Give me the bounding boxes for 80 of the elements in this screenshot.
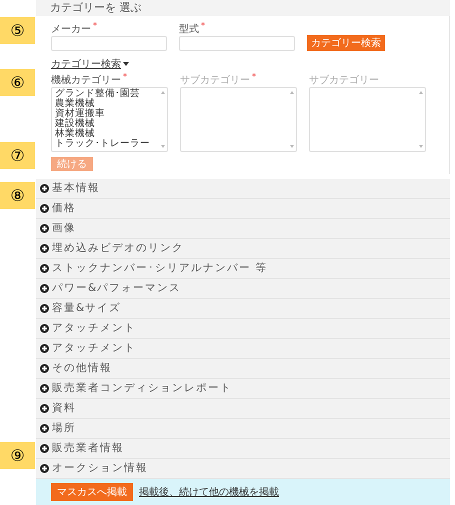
list-option[interactable]: 建設機械	[55, 118, 159, 129]
plus-circle-icon	[40, 404, 49, 413]
plus-circle-icon	[40, 324, 49, 333]
section-title: 販売業者コンディションレポート	[52, 381, 232, 396]
plus-circle-icon	[40, 424, 49, 433]
plus-circle-icon	[40, 244, 49, 253]
scroll-up-icon[interactable]	[290, 90, 294, 94]
list-option[interactable]: 資材運搬車	[55, 108, 159, 119]
section-title: ストックナンバー･シリアルナンバー 等	[52, 261, 268, 276]
accordion-header[interactable]: 場所	[36, 418, 450, 439]
scroll-up-icon[interactable]	[419, 90, 423, 94]
publish-next-link[interactable]: 掲載後、続けて他の機械を掲載	[139, 484, 279, 499]
section-title: 資料	[52, 401, 76, 416]
step-number-badge: ⑦	[0, 142, 35, 169]
section-title: 価格	[52, 201, 76, 216]
accordion-header[interactable]: 販売業者情報	[36, 438, 450, 459]
accordion-header[interactable]: 販売業者コンディションレポート	[36, 378, 450, 399]
step-number-badge: ⑨	[0, 442, 35, 469]
step-number-badge: ⑤	[0, 17, 35, 44]
plus-circle-icon	[40, 264, 49, 273]
accordion-header[interactable]: 画像	[36, 218, 450, 239]
section-title: オークション情報	[52, 461, 148, 476]
list-option[interactable]: トラック･トレーラー	[55, 138, 159, 149]
list-box[interactable]	[180, 86, 297, 152]
plus-circle-icon	[40, 204, 49, 213]
accordion-header[interactable]: ストックナンバー･シリアルナンバー 等	[36, 258, 450, 279]
input-field[interactable]	[179, 36, 295, 51]
caret-icon[interactable]	[123, 62, 129, 66]
panel-title: カテゴリーを 選ぶ	[50, 0, 142, 16]
section-title: 場所	[52, 421, 76, 436]
section-title: その他情報	[52, 361, 112, 376]
accordion-header[interactable]: パワー&パフォーマンス	[36, 278, 450, 299]
list-box[interactable]	[309, 86, 426, 152]
step-number-badge: ⑧	[0, 182, 35, 209]
accordion-header[interactable]: 価格	[36, 198, 450, 219]
section-title: パワー&パフォーマンス	[52, 281, 182, 296]
field-label: サブカテゴリー	[180, 74, 250, 87]
input-field[interactable]	[51, 36, 167, 51]
plus-circle-icon	[40, 464, 49, 473]
section-title: アタッチメント	[52, 321, 136, 336]
section-title: 埋め込みビデオのリンク	[52, 241, 184, 256]
category-search-link[interactable]: カテゴリー検索	[51, 56, 121, 71]
step-number-badge: ⑥	[0, 69, 35, 96]
accordion-header[interactable]: アタッチメント	[36, 318, 450, 339]
accordion-header[interactable]: 資料	[36, 398, 450, 419]
accordion-header[interactable]: 埋め込みビデオのリンク	[36, 238, 450, 259]
scroll-down-icon[interactable]	[290, 144, 294, 148]
field-label: 機械カテゴリー	[51, 74, 121, 87]
accordion-header[interactable]: その他情報	[36, 358, 450, 379]
section-title: 基本情報	[52, 181, 100, 196]
plus-circle-icon	[40, 364, 49, 373]
required-mark: *	[123, 72, 127, 81]
list-option[interactable]: 林業機械	[55, 128, 159, 139]
field-label: メーカー	[51, 22, 91, 36]
section-title: 販売業者情報	[52, 441, 124, 456]
required-mark: *	[252, 72, 256, 81]
accordion-header[interactable]: 容量&サイズ	[36, 298, 450, 319]
accordion-header[interactable]: 基本情報	[36, 178, 450, 199]
section-title: 画像	[52, 221, 76, 236]
plus-circle-icon	[40, 284, 49, 293]
list-option[interactable]: 農業機械	[55, 98, 159, 109]
plus-circle-icon	[40, 184, 49, 193]
plus-circle-icon	[40, 304, 49, 313]
required-mark: *	[93, 22, 97, 30]
scroll-down-icon[interactable]	[161, 144, 165, 148]
section-title: 容量&サイズ	[52, 301, 122, 316]
accordion-header[interactable]: オークション情報	[36, 458, 450, 479]
plus-circle-icon	[40, 444, 49, 453]
field-label: 型式	[179, 22, 199, 36]
scroll-down-icon[interactable]	[419, 144, 423, 148]
scroll-up-icon[interactable]	[161, 90, 165, 94]
plus-circle-icon	[40, 224, 49, 233]
list-option[interactable]: グランド整備･園芸	[55, 88, 159, 99]
section-title: アタッチメント	[52, 341, 136, 356]
plus-circle-icon	[40, 344, 49, 353]
accordion-header[interactable]: アタッチメント	[36, 338, 450, 359]
list-box[interactable]: グランド整備･園芸 農業機械 資材運搬車 建設機械 林業機械 トラック･トレーラー	[51, 86, 168, 152]
field-label: サブカテゴリー	[309, 74, 379, 87]
required-mark: *	[201, 22, 205, 30]
plus-circle-icon	[40, 384, 49, 393]
